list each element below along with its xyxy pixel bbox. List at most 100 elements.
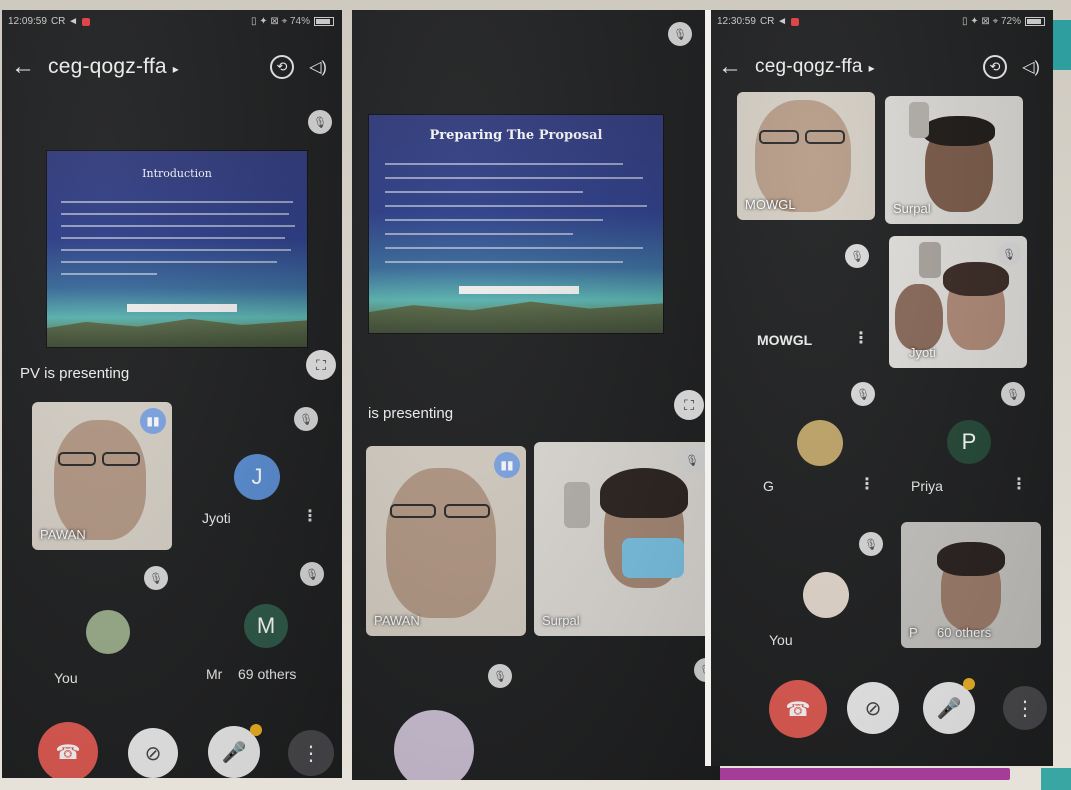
participant-name: PAWAN <box>374 613 420 628</box>
slide-text-line <box>385 177 643 179</box>
avatar <box>803 572 849 618</box>
participant-tile[interactable]: 🎙 Surpal <box>534 442 710 636</box>
participant-name: Jyoti <box>202 510 231 526</box>
mute-icon: 🎙 <box>300 562 324 586</box>
participant-video <box>444 504 490 518</box>
status-indicators: CR ◄ <box>759 16 788 27</box>
presentation-slide: Introduction <box>46 150 308 348</box>
participant-name: Surpal <box>542 613 580 628</box>
slide-caption-bar <box>459 285 579 294</box>
others-count[interactable]: 69 others <box>238 666 296 682</box>
meeting-code[interactable]: ceg-qogz-ffa ▸ <box>755 56 973 78</box>
camera-off-button[interactable]: ⊘ <box>128 728 178 778</box>
slide-text-line <box>61 213 289 215</box>
avatar <box>86 610 130 654</box>
camera-off-button[interactable]: ⊘ <box>847 682 899 734</box>
participant-name: Jyoti <box>909 345 936 360</box>
chevron-right-icon: ▸ <box>868 61 875 75</box>
slide-text-line <box>61 249 291 251</box>
speaker-icon[interactable]: ◁) <box>304 53 332 81</box>
switch-camera-icon[interactable]: ⟲ <box>983 55 1007 79</box>
avatar <box>797 420 843 466</box>
participant-tile[interactable]: Surpal <box>885 96 1023 224</box>
slide-text-line <box>61 237 285 239</box>
mute-icon: 🎙 <box>308 110 332 134</box>
mute-icon: 🎙 <box>859 532 883 556</box>
battery-icon <box>314 17 334 26</box>
slide-caption-bar <box>127 303 237 312</box>
back-arrow-icon[interactable]: ← <box>8 53 38 81</box>
kebab-menu-icon[interactable]: ⋮ <box>1011 474 1027 494</box>
more-options-button[interactable]: ⋮ <box>288 730 334 776</box>
status-time: 12:09:59 <box>8 16 47 27</box>
switch-camera-icon[interactable]: ⟲ <box>270 55 294 79</box>
meeting-code[interactable]: ceg-qogz-ffa ▸ <box>48 55 260 79</box>
battery-icon <box>1025 17 1045 26</box>
participant-video <box>937 542 1005 576</box>
phone-screen-3: 12:30:59 CR ◄ ▯ ✦ ⊠ ⌖ 72% ← ceg-qogz-ffa… <box>705 10 1053 766</box>
meeting-top-bar: ← ceg-qogz-ffa ▸ ⟲ ◁) <box>8 50 332 84</box>
notification-dot <box>250 724 262 736</box>
participant-video <box>759 130 799 144</box>
presenting-label: is presenting <box>368 405 454 422</box>
participant-video <box>943 262 1009 296</box>
slide-text-line <box>385 205 647 207</box>
slide-text-line <box>385 261 623 263</box>
participant-tile[interactable]: ▮▮ PAWAN <box>32 402 172 550</box>
fullscreen-icon[interactable]: ⛶ <box>674 390 704 420</box>
mute-icon: 🎙 <box>851 382 875 406</box>
participant-tile[interactable]: MOWGL <box>737 92 875 220</box>
speaking-icon: ▮▮ <box>494 452 520 478</box>
kebab-menu-icon[interactable]: ⋮ <box>859 474 875 494</box>
status-system-icons: ▯ ✦ ⊠ ⌖ 72% <box>961 16 1021 27</box>
mute-icon: 🎙 <box>845 244 869 268</box>
participant-name: Mr <box>206 666 223 682</box>
slide-text-line <box>61 273 157 275</box>
participant-name: Surpal <box>893 201 931 216</box>
slide-landscape <box>47 318 307 347</box>
teal-paper-edge-bottom <box>1041 768 1071 790</box>
mute-icon: 🎙 <box>144 566 168 590</box>
avatar: P <box>947 420 991 464</box>
more-options-button[interactable]: ⋮ <box>1003 686 1047 730</box>
participant-tile[interactable]: 🎙 Jyoti <box>889 236 1027 368</box>
end-call-button[interactable]: ☎ <box>769 680 827 738</box>
avatar: M <box>244 604 288 648</box>
participant-video <box>919 242 941 278</box>
status-system-icons: ▯ ✦ ⊠ ⌖ 74% <box>250 16 310 27</box>
face-mask <box>622 538 684 578</box>
slide-text-line <box>385 191 583 193</box>
phone-screen-2: 🎙 Preparing The Proposal ⛶ is presenting… <box>352 10 720 780</box>
status-time: 12:30:59 <box>717 16 756 27</box>
mute-icon: 🎙 <box>997 242 1021 266</box>
participant-name: G <box>763 478 774 494</box>
slide-text-line <box>385 219 603 221</box>
slide-title: Introduction <box>142 166 212 180</box>
speaker-icon[interactable]: ◁) <box>1017 53 1045 81</box>
end-call-button[interactable]: ☎ <box>38 722 98 778</box>
kebab-menu-icon[interactable]: ⋮ <box>302 506 318 526</box>
others-count[interactable]: 60 others <box>937 625 991 640</box>
participant-name: You <box>769 632 793 648</box>
slide-text-line <box>61 201 293 203</box>
mute-icon: 🎙 <box>294 407 318 431</box>
participant-tile[interactable]: P 60 others <box>901 522 1041 648</box>
participant-video <box>102 452 140 466</box>
kebab-menu-icon[interactable]: ⋮ <box>853 328 869 348</box>
participant-name: PAWAN <box>40 527 86 542</box>
recording-icon <box>82 18 91 26</box>
participant-tile[interactable]: ▮▮ PAWAN <box>366 446 526 636</box>
back-arrow-icon[interactable]: ← <box>715 53 745 81</box>
participant-video <box>923 116 995 146</box>
mute-icon: 🎙 <box>488 664 512 688</box>
participant-video <box>54 420 146 540</box>
slide-text-line <box>61 261 277 263</box>
participant-name: MOWGL <box>757 332 813 348</box>
participant-video <box>805 130 845 144</box>
meeting-top-bar: ← ceg-qogz-ffa ▸ ⟲ ◁) <box>715 50 1045 84</box>
fullscreen-icon[interactable]: ⛶ <box>306 350 336 380</box>
participant-name: P <box>909 625 918 640</box>
presentation-slide: Preparing The Proposal <box>368 114 664 334</box>
slide-title: Preparing The Proposal <box>429 128 603 144</box>
slide-text-line <box>385 163 623 165</box>
